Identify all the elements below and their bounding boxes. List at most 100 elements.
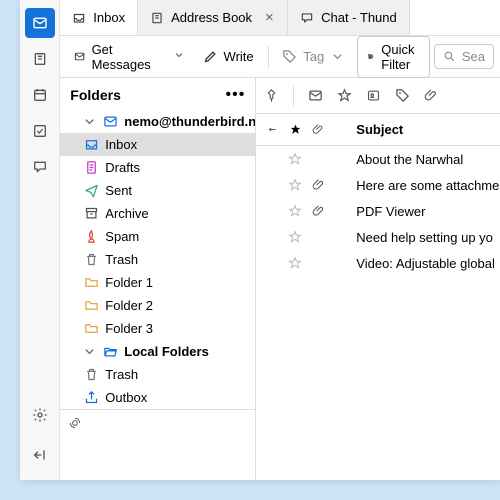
- folder-name: Trash: [105, 367, 138, 382]
- draft-icon: [84, 160, 99, 175]
- quick-filter-bar: [256, 78, 500, 114]
- attachment-icon: [312, 178, 326, 192]
- get-messages-dropdown[interactable]: [167, 43, 191, 71]
- star-icon[interactable]: [288, 204, 302, 218]
- tab-chat[interactable]: Chat - Thund: [288, 0, 410, 35]
- space-tasks[interactable]: [25, 116, 55, 146]
- tab-inbox[interactable]: Inbox: [60, 0, 138, 35]
- unread-filter-icon[interactable]: [308, 88, 323, 103]
- star-icon[interactable]: [288, 230, 302, 244]
- folder-name: Spam: [105, 229, 139, 244]
- subject-column-header[interactable]: Subject: [336, 122, 403, 137]
- folder-name: Inbox: [105, 137, 137, 152]
- space-mail[interactable]: [25, 8, 55, 38]
- star-filter-icon[interactable]: [337, 88, 352, 103]
- outbox-icon: [84, 390, 99, 405]
- inbox-icon: [84, 137, 99, 152]
- archive-icon: [84, 206, 99, 221]
- account-row[interactable]: nemo@thunderbird.net: [60, 110, 255, 133]
- chevron-down-icon: [330, 49, 345, 64]
- star-icon[interactable]: [288, 178, 302, 192]
- message-subject: Video: Adjustable global: [336, 256, 495, 271]
- collapse-spaces-button[interactable]: [25, 440, 55, 470]
- tab-addressbook[interactable]: Address Book ×: [138, 0, 288, 35]
- contact-filter-icon[interactable]: [366, 88, 381, 103]
- account-icon: [103, 114, 118, 129]
- folder-row[interactable]: Trash: [60, 248, 255, 271]
- star-icon[interactable]: [288, 256, 302, 270]
- attachment-filter-icon[interactable]: [424, 88, 439, 103]
- folder-row[interactable]: Sent: [60, 179, 255, 202]
- space-addressbook[interactable]: [25, 44, 55, 74]
- message-list-header: Subject: [256, 114, 500, 146]
- get-messages-button[interactable]: Get Messages: [66, 37, 162, 77]
- folder-row[interactable]: Folder 3: [60, 317, 255, 340]
- addressbook-icon: [150, 11, 164, 25]
- quick-filter-button[interactable]: Quick Filter: [357, 36, 430, 78]
- folder-icon: [84, 321, 99, 336]
- chevron-down-icon: [82, 344, 97, 359]
- write-button[interactable]: Write: [195, 44, 262, 69]
- folder-pane-menu[interactable]: •••: [225, 86, 245, 104]
- mail-toolbar: Get Messages Write Tag Quick Filter Sea: [60, 36, 500, 78]
- message-row[interactable]: Video: Adjustable global: [256, 250, 500, 276]
- message-row[interactable]: Here are some attachme: [256, 172, 500, 198]
- tag-filter-icon[interactable]: [395, 88, 410, 103]
- pin-icon[interactable]: [264, 88, 279, 103]
- message-row[interactable]: Need help setting up yo: [256, 224, 500, 250]
- tab-label: Chat - Thund: [321, 10, 397, 25]
- star-column-icon[interactable]: [289, 123, 302, 136]
- message-pane: Subject About the Narwhal Here are some a…: [256, 78, 500, 480]
- folder-name: Outbox: [105, 390, 147, 405]
- sync-icon[interactable]: [68, 416, 82, 430]
- message-subject: Need help setting up yo: [336, 230, 493, 245]
- trash-icon: [84, 367, 99, 382]
- tag-button[interactable]: Tag: [274, 44, 353, 69]
- star-icon[interactable]: [288, 152, 302, 166]
- folder-name: Archive: [105, 206, 148, 221]
- thread-column-icon[interactable]: [267, 124, 279, 136]
- spaces-toolbar: [20, 0, 60, 480]
- folder-row[interactable]: Outbox: [60, 386, 255, 409]
- space-chat[interactable]: [25, 152, 55, 182]
- folder-name: Folder 1: [105, 275, 153, 290]
- account-row[interactable]: Local Folders: [60, 340, 255, 363]
- folder-name: Drafts: [105, 160, 140, 175]
- folder-name: Sent: [105, 183, 132, 198]
- attachment-icon: [312, 204, 326, 218]
- message-subject: About the Narwhal: [336, 152, 463, 167]
- tab-label: Address Book: [171, 10, 252, 25]
- folder-pane-title: Folders: [70, 87, 121, 103]
- space-calendar[interactable]: [25, 80, 55, 110]
- message-row[interactable]: About the Narwhal: [256, 146, 500, 172]
- folder-pane: Folders ••• nemo@thunderbird.net Inbox Dra…: [60, 78, 256, 480]
- settings-button[interactable]: [25, 400, 55, 430]
- folder-row[interactable]: Inbox: [60, 133, 255, 156]
- folder-icon: [84, 275, 99, 290]
- folder-name: Folder 3: [105, 321, 153, 336]
- mail-icon: [74, 49, 85, 64]
- pencil-icon: [203, 49, 218, 64]
- folder-row[interactable]: Folder 2: [60, 294, 255, 317]
- close-icon[interactable]: ×: [265, 9, 274, 26]
- folder-row[interactable]: Archive: [60, 202, 255, 225]
- chevron-down-icon: [82, 114, 97, 129]
- folder-name: Folder 2: [105, 298, 153, 313]
- attachment-column-icon[interactable]: [312, 123, 325, 136]
- sent-icon: [84, 183, 99, 198]
- trash-icon: [84, 252, 99, 267]
- folder-row[interactable]: Drafts: [60, 156, 255, 179]
- spam-icon: [84, 229, 99, 244]
- inbox-icon: [72, 11, 86, 25]
- account-name: Local Folders: [124, 344, 209, 359]
- filter-icon: [366, 49, 375, 64]
- message-subject: Here are some attachme: [336, 178, 499, 193]
- folder-row[interactable]: Trash: [60, 363, 255, 386]
- folder-row[interactable]: Folder 1: [60, 271, 255, 294]
- folder-icon: [84, 298, 99, 313]
- message-row[interactable]: PDF Viewer: [256, 198, 500, 224]
- search-input[interactable]: Sea: [434, 44, 494, 69]
- tab-bar: Inbox Address Book × Chat - Thund: [60, 0, 500, 36]
- status-bar: [60, 409, 255, 435]
- folder-row[interactable]: Spam: [60, 225, 255, 248]
